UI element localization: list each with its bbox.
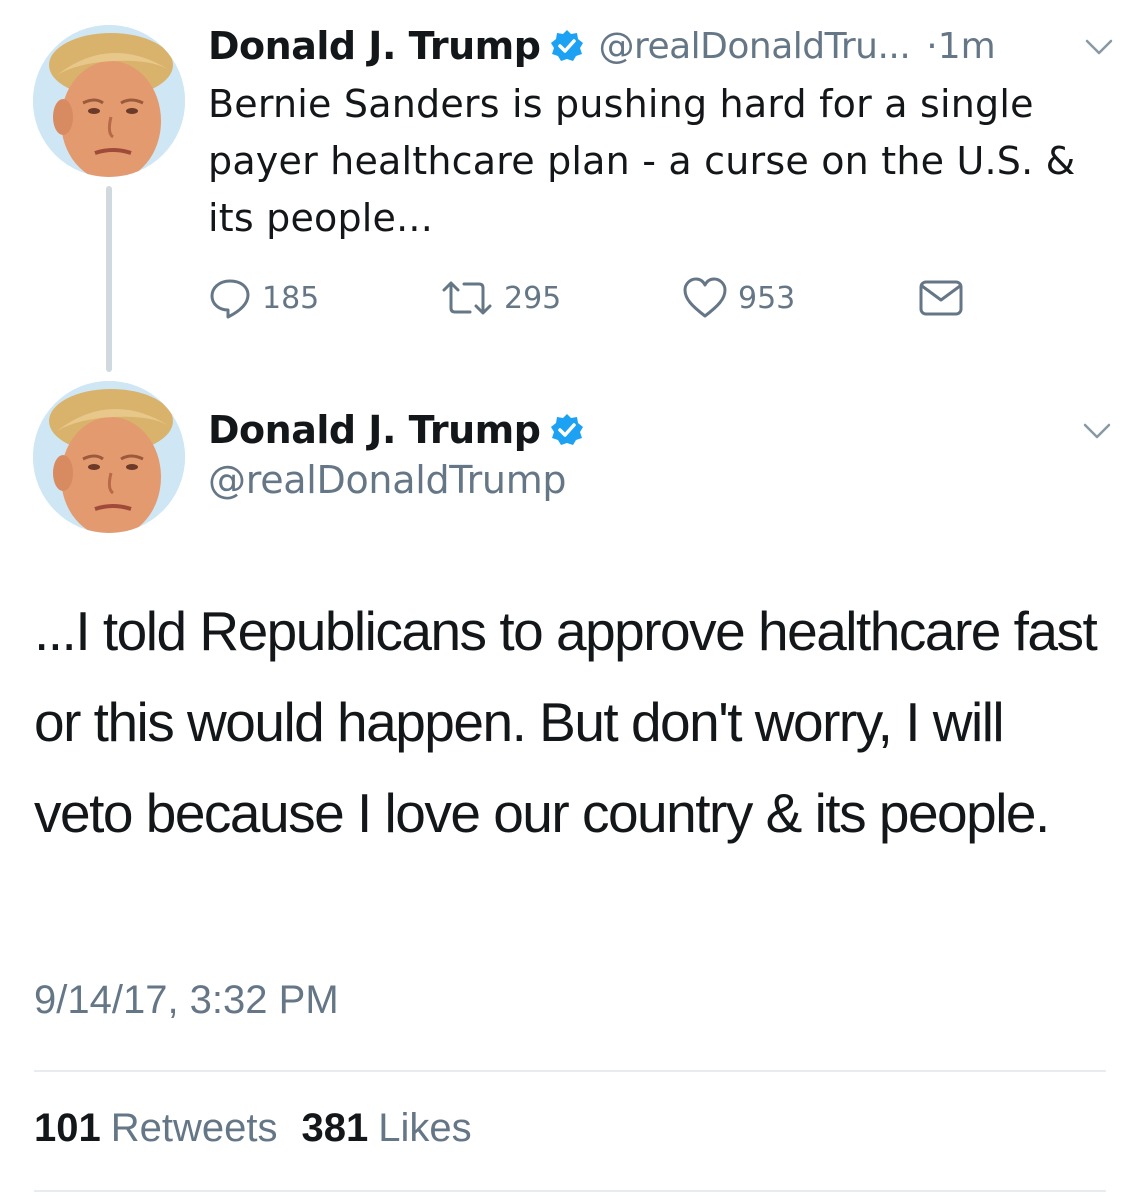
tweet-stats: 101 Retweets 381 Likes [34, 1106, 496, 1151]
reply-button[interactable]: 185 [208, 276, 319, 320]
chevron-down-icon[interactable] [1085, 38, 1113, 56]
retweet-count: 295 [504, 280, 562, 316]
heart-icon [683, 277, 727, 318]
like-count: 953 [738, 280, 796, 316]
divider [34, 1190, 1106, 1192]
reply-count: 185 [262, 280, 320, 316]
tweet1-actions: 185 295 953 [208, 276, 968, 320]
tweet-time[interactable]: ·1m [926, 26, 995, 67]
direct-message-button[interactable] [918, 276, 974, 320]
author-handle[interactable]: @realDonaldTru... [598, 26, 910, 67]
tweet2-text: ...I told Republicans to approve healthc… [34, 600, 1098, 844]
tweet1-text: Bernie Sanders is pushing hard for a sin… [208, 82, 1076, 240]
envelope-icon [919, 280, 963, 316]
retweets-label[interactable]: Retweets [111, 1106, 278, 1150]
like-total[interactable]: 381 [302, 1106, 369, 1150]
avatar[interactable] [33, 381, 185, 533]
author-handle[interactable]: @realDonaldTrump [208, 458, 567, 502]
reply-icon [210, 279, 250, 319]
tweet1-header: Donald J. Trump @realDonaldTru... ·1m [208, 20, 996, 72]
avatar[interactable] [33, 25, 185, 177]
verified-badge-icon [550, 29, 584, 63]
tweet-timestamp: 9/14/17, 3:32 PM [34, 978, 339, 1022]
author-name[interactable]: Donald J. Trump [208, 24, 541, 68]
retweet-total[interactable]: 101 [34, 1106, 101, 1150]
verified-badge-icon [550, 413, 584, 447]
retweet-icon [442, 281, 492, 315]
thread-connector-line [106, 186, 112, 372]
divider [34, 1070, 1106, 1072]
like-button[interactable]: 953 [682, 276, 795, 320]
retweet-button[interactable]: 295 [440, 276, 561, 320]
likes-label[interactable]: Likes [378, 1106, 471, 1150]
author-name[interactable]: Donald J. Trump [208, 408, 541, 452]
chevron-down-icon[interactable] [1083, 422, 1111, 440]
tweet2-header: Donald J. Trump [208, 404, 584, 456]
